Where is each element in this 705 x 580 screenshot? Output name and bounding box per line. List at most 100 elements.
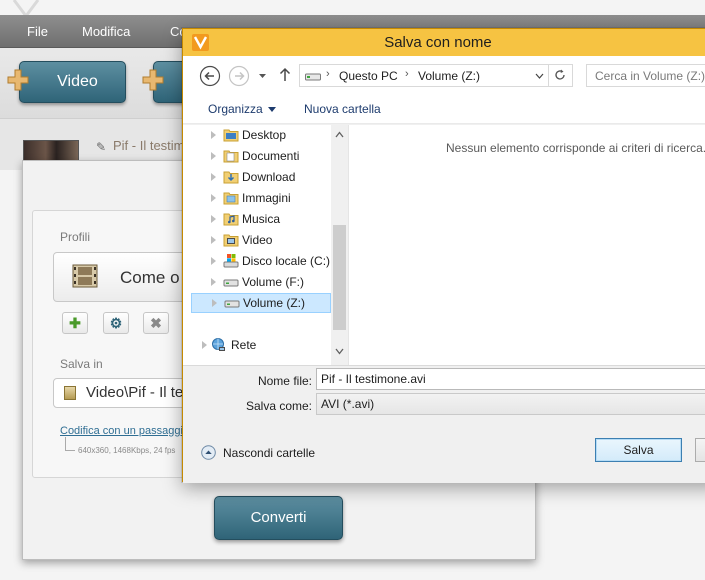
- save-in-value: Video\Pif - Il te: [86, 384, 184, 401]
- video-folder-icon: [223, 234, 239, 247]
- breadcrumb-volume-z[interactable]: Volume (Z:): [418, 69, 480, 83]
- save-as-dialog: Salva con nome › Questo PC › Volume (Z:): [182, 28, 705, 483]
- plus-icon: [7, 69, 29, 91]
- tree-label: Musica: [242, 212, 281, 226]
- chevron-down-icon: [267, 107, 276, 113]
- specs-connector: [65, 437, 75, 451]
- new-folder-button[interactable]: Nuova cartella: [304, 102, 381, 116]
- save-in-label: Salva in: [60, 357, 103, 371]
- computer-icon: [305, 73, 321, 81]
- empty-message: Nessun elemento corrisponde ai criteri d…: [446, 141, 705, 155]
- download-folder-icon: [223, 171, 239, 184]
- savetype-label: Salva come:: [245, 399, 312, 413]
- tree-item-volume-z[interactable]: Volume (Z:): [191, 293, 331, 313]
- organize-label: Organizza: [208, 102, 263, 116]
- chevron-up-icon: [201, 445, 216, 460]
- add-profile-button[interactable]: ✚: [62, 312, 88, 334]
- scroll-up-icon[interactable]: [335, 130, 344, 139]
- expand-arrow-icon[interactable]: [211, 257, 216, 265]
- profiles-label: Profili: [60, 230, 91, 244]
- breadcrumb-questo-pc[interactable]: Questo PC: [339, 69, 398, 83]
- recent-locations-chevron-icon[interactable]: [258, 73, 267, 79]
- dialog-title: Salva con nome: [384, 34, 492, 51]
- scroll-down-icon[interactable]: [335, 347, 344, 356]
- up-arrow-icon[interactable]: [279, 67, 291, 82]
- tree-item-desktop[interactable]: Desktop: [191, 125, 331, 145]
- cancel-button[interactable]: [695, 438, 705, 462]
- filename-input[interactable]: Pif - Il testimone.avi: [316, 368, 705, 390]
- menu-modifica[interactable]: Modifica: [82, 24, 130, 39]
- tree-item-disco-locale[interactable]: Disco locale (C:): [191, 251, 331, 271]
- navigation-pane: Desktop Documenti Download Immagini Musi…: [183, 125, 348, 365]
- expand-arrow-icon[interactable]: [212, 299, 217, 307]
- drive-icon: [223, 279, 239, 287]
- desktop-folder-icon: [223, 129, 239, 142]
- tree-label: Volume (Z:): [243, 296, 306, 310]
- file-list-pane[interactable]: [348, 125, 705, 365]
- tree-item-rete[interactable]: Rete: [183, 335, 323, 355]
- tree-label: Volume (F:): [242, 275, 305, 289]
- network-icon: [212, 338, 225, 351]
- hide-folders-label: Nascondi cartelle: [223, 446, 316, 460]
- tree-label: Desktop: [242, 128, 287, 142]
- organize-menu[interactable]: Organizza: [208, 102, 276, 116]
- expand-arrow-icon[interactable]: [211, 194, 216, 202]
- expand-arrow-icon[interactable]: [211, 236, 216, 244]
- command-bar: Organizza Nuova cartella: [183, 94, 705, 124]
- edit-pencil-icon[interactable]: ✎: [96, 140, 106, 154]
- refresh-icon: [555, 69, 565, 80]
- expand-arrow-icon[interactable]: [211, 131, 216, 139]
- search-box[interactable]: [586, 64, 705, 87]
- tree-item-video[interactable]: Video: [191, 230, 331, 250]
- encode-link[interactable]: Codifica con un passaggio: [60, 425, 189, 437]
- tree-label: Disco locale (C:): [242, 254, 331, 268]
- expand-arrow-icon[interactable]: [211, 152, 216, 160]
- tree-item-download[interactable]: Download: [191, 167, 331, 187]
- address-dropdown-icon[interactable]: [535, 73, 544, 79]
- tree-label: Immagini: [242, 191, 291, 205]
- add-video-button[interactable]: Video: [19, 61, 126, 103]
- forward-arrow-icon[interactable]: [228, 65, 250, 87]
- save-button[interactable]: Salva: [595, 438, 682, 462]
- tree-item-musica[interactable]: Musica: [191, 209, 331, 229]
- savetype-select[interactable]: AVI (*.avi): [316, 393, 705, 415]
- expand-arrow-icon[interactable]: [211, 173, 216, 181]
- address-bar[interactable]: › Questo PC › Volume (Z:): [299, 64, 573, 87]
- settings-gear-icon[interactable]: ⚙: [103, 312, 129, 334]
- tree-label: Download: [242, 170, 296, 184]
- tree-label: Video: [242, 233, 273, 247]
- address-row: › Questo PC › Volume (Z:): [183, 56, 705, 94]
- film-icon: [72, 264, 98, 288]
- tree-label: Rete: [231, 338, 257, 352]
- filename-label: Nome file:: [257, 374, 312, 388]
- folder-icon: [64, 386, 76, 400]
- dialog-titlebar[interactable]: Salva con nome: [183, 29, 705, 56]
- tree-label: Documenti: [242, 149, 300, 163]
- breadcrumb-separator-icon: ›: [326, 68, 330, 80]
- expand-arrow-icon[interactable]: [202, 341, 207, 349]
- plus-icon: [142, 69, 164, 91]
- menu-file[interactable]: File: [27, 24, 48, 39]
- search-input[interactable]: [587, 65, 705, 86]
- breadcrumb-separator-icon: ›: [405, 68, 409, 80]
- local-disk-icon: [223, 254, 239, 268]
- documents-folder-icon: [223, 150, 239, 163]
- profile-value: Come o: [120, 268, 180, 287]
- file-title[interactable]: Pif - Il testim: [113, 138, 185, 153]
- remove-profile-button[interactable]: ✖: [143, 312, 169, 334]
- tree-item-documenti[interactable]: Documenti: [191, 146, 331, 166]
- expand-arrow-icon[interactable]: [211, 215, 216, 223]
- pictures-folder-icon: [223, 192, 239, 205]
- conversion-settings-box: [32, 210, 192, 478]
- scrollbar-thumb[interactable]: [333, 225, 346, 330]
- tree-item-immagini[interactable]: Immagini: [191, 188, 331, 208]
- nav-scrollbar[interactable]: [331, 125, 348, 365]
- tree-item-volume-f[interactable]: Volume (F:): [191, 272, 331, 292]
- add-video-label: Video: [57, 73, 98, 90]
- back-arrow-icon[interactable]: [199, 65, 221, 87]
- refresh-button[interactable]: [548, 64, 572, 87]
- hide-folders-toggle[interactable]: Nascondi cartelle: [201, 445, 316, 460]
- convert-button[interactable]: Converti: [214, 496, 343, 540]
- drive-icon: [224, 300, 240, 308]
- expand-arrow-icon[interactable]: [211, 278, 216, 286]
